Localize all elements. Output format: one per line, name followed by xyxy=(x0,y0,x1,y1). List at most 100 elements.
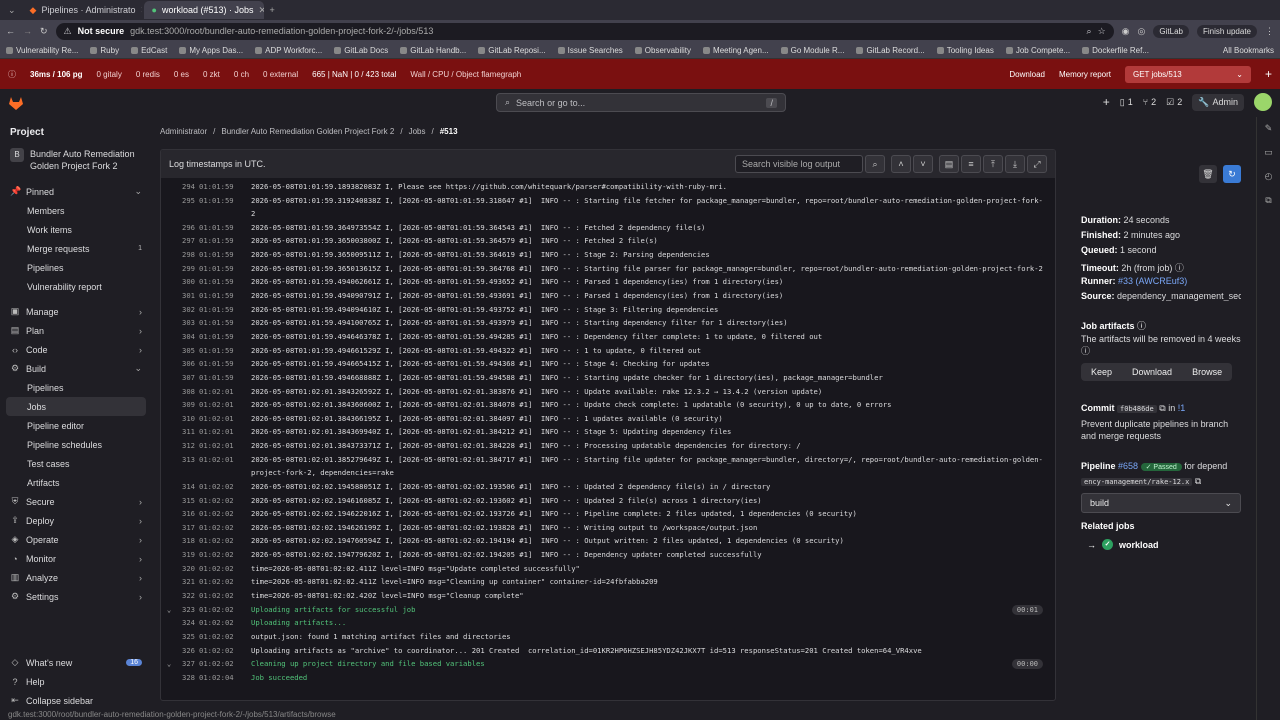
collapse-section-icon[interactable]: ⌄ xyxy=(161,603,177,617)
bookmark-item[interactable]: GitLab Reposi... xyxy=(478,46,546,55)
log-line-number[interactable]: 298 xyxy=(177,248,199,262)
sidebar-item-settings[interactable]: ⚙ Settings › xyxy=(0,587,152,606)
log-line-number[interactable]: 311 xyxy=(177,425,199,439)
keep-artifacts-button[interactable]: Keep xyxy=(1081,363,1122,381)
log-line-number[interactable]: 321 xyxy=(177,575,199,589)
copy-icon[interactable]: ⧉ xyxy=(1195,476,1201,486)
bookmark-item[interactable]: Go Module R... xyxy=(780,46,844,55)
perf-item[interactable]: 36ms / 106 pg xyxy=(30,70,82,79)
bookmark-item[interactable]: My Apps Das... xyxy=(179,46,243,55)
star-icon[interactable]: ☆ xyxy=(1098,26,1106,37)
sidebar-item-merge-requests[interactable]: Merge requests 1 xyxy=(0,239,152,258)
log-line-number[interactable]: 327 xyxy=(177,657,199,671)
sidebar-item-build[interactable]: ⚙ Build ⌄ xyxy=(0,359,152,378)
log-line-number[interactable]: 305 xyxy=(177,344,199,358)
sidebar-collapse[interactable]: ⇤ Collapse sidebar xyxy=(0,691,152,710)
log-line-number[interactable]: 303 xyxy=(177,316,199,330)
pipeline-link[interactable]: #658 xyxy=(1118,461,1138,471)
log-line[interactable]: ⌄ 323 01:02:02 Uploading artifacts for succ… xyxy=(161,603,1055,617)
log-line-number[interactable]: 323 xyxy=(177,603,199,617)
log-line-number[interactable]: 312 xyxy=(177,439,199,453)
menu-icon[interactable]: ⋮ xyxy=(1265,26,1274,37)
ref-name[interactable]: ency-management/rake-12.x xyxy=(1081,478,1193,486)
erase-log-button[interactable]: 🗑 xyxy=(1199,165,1217,183)
bookmark-item[interactable]: Dockerfile Ref... xyxy=(1082,46,1149,55)
stage-select[interactable]: build ⌄ xyxy=(1081,493,1241,513)
browser-tab-pipelines[interactable]: ◆ Pipelines · Administrato ✕ xyxy=(22,1,142,19)
raw-log-button[interactable]: ▤ xyxy=(939,155,959,173)
browser-tab-workload[interactable]: ● workload (#513) · Jobs ✕ xyxy=(143,1,264,19)
forward-icon[interactable]: → xyxy=(23,26,32,36)
todos-button[interactable]: ☑ 2 xyxy=(1166,97,1182,108)
commit-sha[interactable]: f0b486de xyxy=(1117,405,1157,413)
log-line-number[interactable]: 304 xyxy=(177,330,199,344)
help-icon[interactable]: ⓘ xyxy=(1137,321,1146,331)
sidebar-item-members[interactable]: Members xyxy=(0,201,152,220)
issues-button[interactable]: ▯ 1 xyxy=(1120,97,1133,108)
perf-item[interactable]: Wall / CPU / Object flamegraph xyxy=(410,70,521,79)
perf-item[interactable]: 0 ch xyxy=(234,70,249,79)
sidebar-item-pipeline-schedules[interactable]: Pipeline schedules xyxy=(0,435,152,454)
search-input[interactable]: ⌕ Search or go to... / xyxy=(496,93,786,112)
log-line-number[interactable]: 313 xyxy=(177,453,199,480)
add-icon[interactable]: + xyxy=(1265,67,1272,81)
log-line-number[interactable]: 301 xyxy=(177,289,199,303)
bookmark-item[interactable]: Job Compete... xyxy=(1005,46,1070,55)
copy-icon[interactable]: ⧉ xyxy=(1262,195,1276,209)
copy-icon[interactable]: ⧉ xyxy=(1159,403,1165,413)
log-line-number[interactable]: 315 xyxy=(177,494,199,508)
log-line-number[interactable]: 307 xyxy=(177,371,199,385)
zoom-icon[interactable]: ⌕ xyxy=(1087,26,1092,37)
bookmark-item[interactable]: Issue Searches xyxy=(557,46,623,55)
bookmark-item[interactable]: GitLab Handb... xyxy=(400,46,466,55)
related-job-item[interactable]: → ✓ workload xyxy=(1087,539,1159,550)
breadcrumb-item[interactable]: Jobs xyxy=(409,127,426,136)
back-icon[interactable]: ← xyxy=(6,26,15,36)
create-new-button[interactable]: + xyxy=(1103,95,1110,109)
sidebar-project[interactable]: B Bundler Auto Remediation Golden Projec… xyxy=(0,144,152,182)
timestamps-toggle-button[interactable]: ≡ xyxy=(961,155,981,173)
request-select[interactable]: GET jobs/513 ⌄ xyxy=(1124,65,1251,83)
sidebar-item-pipelines[interactable]: Pipelines xyxy=(0,258,152,277)
sidebar-item-vulnerability-report[interactable]: Vulnerability report xyxy=(0,277,152,296)
perf-item[interactable]: 0 redis xyxy=(136,70,160,79)
log-line-number[interactable]: 309 xyxy=(177,398,199,412)
tab-list-icon[interactable]: ⌄ xyxy=(4,5,20,16)
sidebar-whats-new[interactable]: ◇ What's new 16 xyxy=(0,653,152,672)
log-line-number[interactable]: 324 xyxy=(177,616,199,630)
help-icon[interactable]: ⓘ xyxy=(1081,346,1090,356)
perf-download-link[interactable]: Download xyxy=(1009,70,1045,79)
sidebar-item-work-items[interactable]: Work items xyxy=(0,220,152,239)
perf-info-icon[interactable]: ⓘ xyxy=(8,69,16,80)
perf-item[interactable]: 0 gitaly xyxy=(96,70,121,79)
download-artifacts-button[interactable]: Download xyxy=(1122,363,1182,381)
log-line-number[interactable]: 297 xyxy=(177,234,199,248)
help-icon[interactable]: ⓘ xyxy=(1175,263,1184,273)
log-line-number[interactable]: 295 xyxy=(177,194,199,221)
close-icon[interactable]: ✕ xyxy=(259,5,264,16)
log-line-number[interactable]: 310 xyxy=(177,412,199,426)
log-line-number[interactable]: 294 xyxy=(177,180,199,194)
breadcrumb-current[interactable]: #513 xyxy=(440,127,458,136)
perf-item[interactable]: 0 es xyxy=(174,70,189,79)
sidebar-item-artifacts[interactable]: Artifacts xyxy=(0,473,152,492)
log-line-number[interactable]: 322 xyxy=(177,589,199,603)
sidebar-item-code[interactable]: ‹› Code › xyxy=(0,340,152,359)
log-line-number[interactable]: 320 xyxy=(177,562,199,576)
bookmark-item[interactable]: Vulnerability Re... xyxy=(6,46,78,55)
finish-update-button[interactable]: Finish update xyxy=(1196,24,1257,38)
avatar[interactable] xyxy=(1254,93,1272,111)
log-line-number[interactable]: 326 xyxy=(177,644,199,658)
history-icon[interactable]: ◴ xyxy=(1262,171,1276,185)
bookmark-item[interactable]: EdCast xyxy=(131,46,167,55)
runner-link[interactable]: #33 (AWCREuf3) xyxy=(1118,276,1187,286)
prev-match-button[interactable]: ˄ xyxy=(891,155,911,173)
sidebar-item-operate[interactable]: ◈ Operate › xyxy=(0,530,152,549)
reload-icon[interactable]: ↻ xyxy=(40,26,48,37)
sidebar-item-pipelines[interactable]: Pipelines xyxy=(0,378,152,397)
profile-button[interactable]: GitLab xyxy=(1153,24,1189,38)
bookmark-item[interactable]: Observability xyxy=(634,46,691,55)
log-line-number[interactable]: 317 xyxy=(177,521,199,535)
bookmark-item[interactable]: Meeting Agen... xyxy=(703,46,769,55)
log-line-number[interactable]: 314 xyxy=(177,480,199,494)
